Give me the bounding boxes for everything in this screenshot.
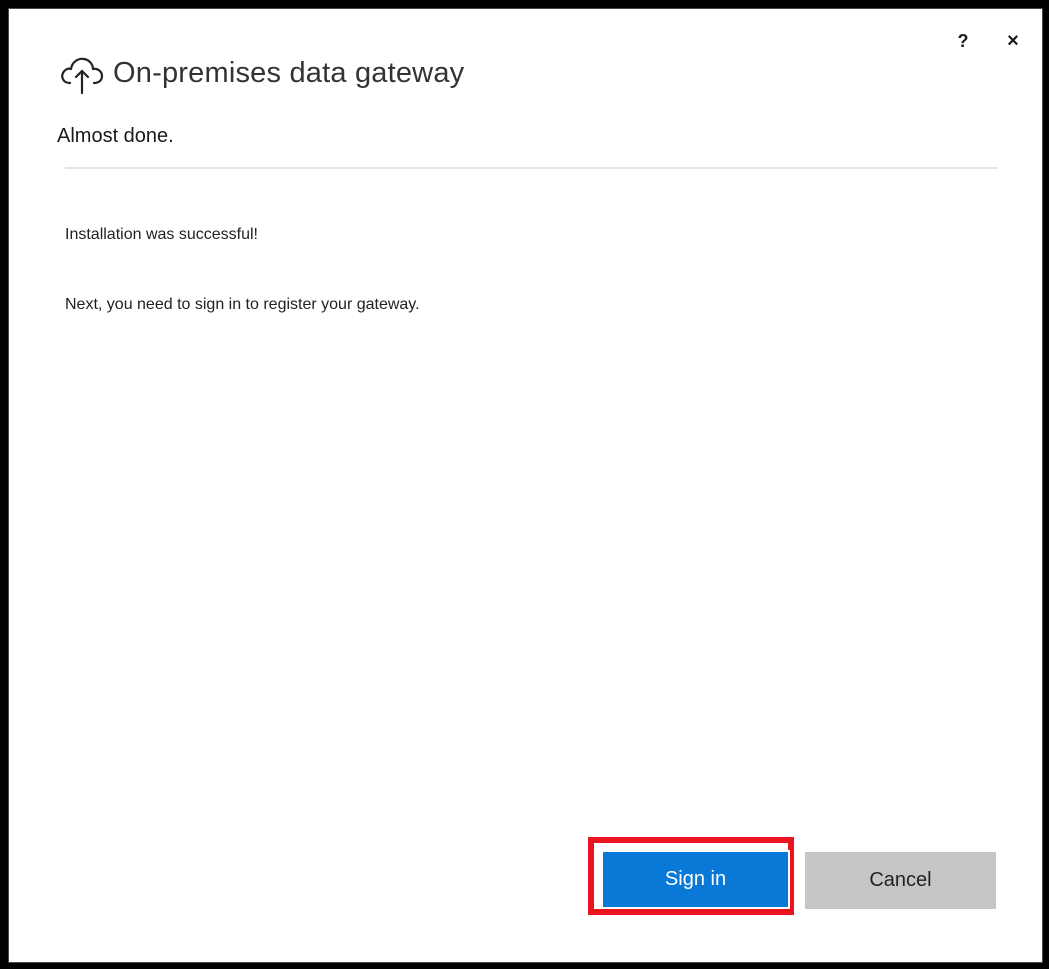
dialog-header: On-premises data gateway bbox=[57, 51, 464, 95]
next-step-message: Next, you need to sign in to register yo… bbox=[65, 296, 420, 313]
window-frame: ? × On-premises data gateway Almost done… bbox=[8, 8, 1043, 963]
header-divider bbox=[65, 167, 998, 169]
cancel-button[interactable]: Cancel bbox=[805, 852, 996, 909]
app-title: On-premises data gateway bbox=[113, 56, 465, 89]
close-button[interactable]: × bbox=[1002, 29, 1024, 53]
help-button[interactable]: ? bbox=[952, 29, 974, 53]
sign-in-button[interactable]: Sign in bbox=[601, 850, 790, 909]
cloud-upload-icon bbox=[57, 51, 107, 95]
status-subtitle: Almost done. bbox=[57, 125, 174, 147]
installer-window: ? × On-premises data gateway Almost done… bbox=[0, 0, 1049, 969]
success-message: Installation was successful! bbox=[65, 226, 258, 243]
